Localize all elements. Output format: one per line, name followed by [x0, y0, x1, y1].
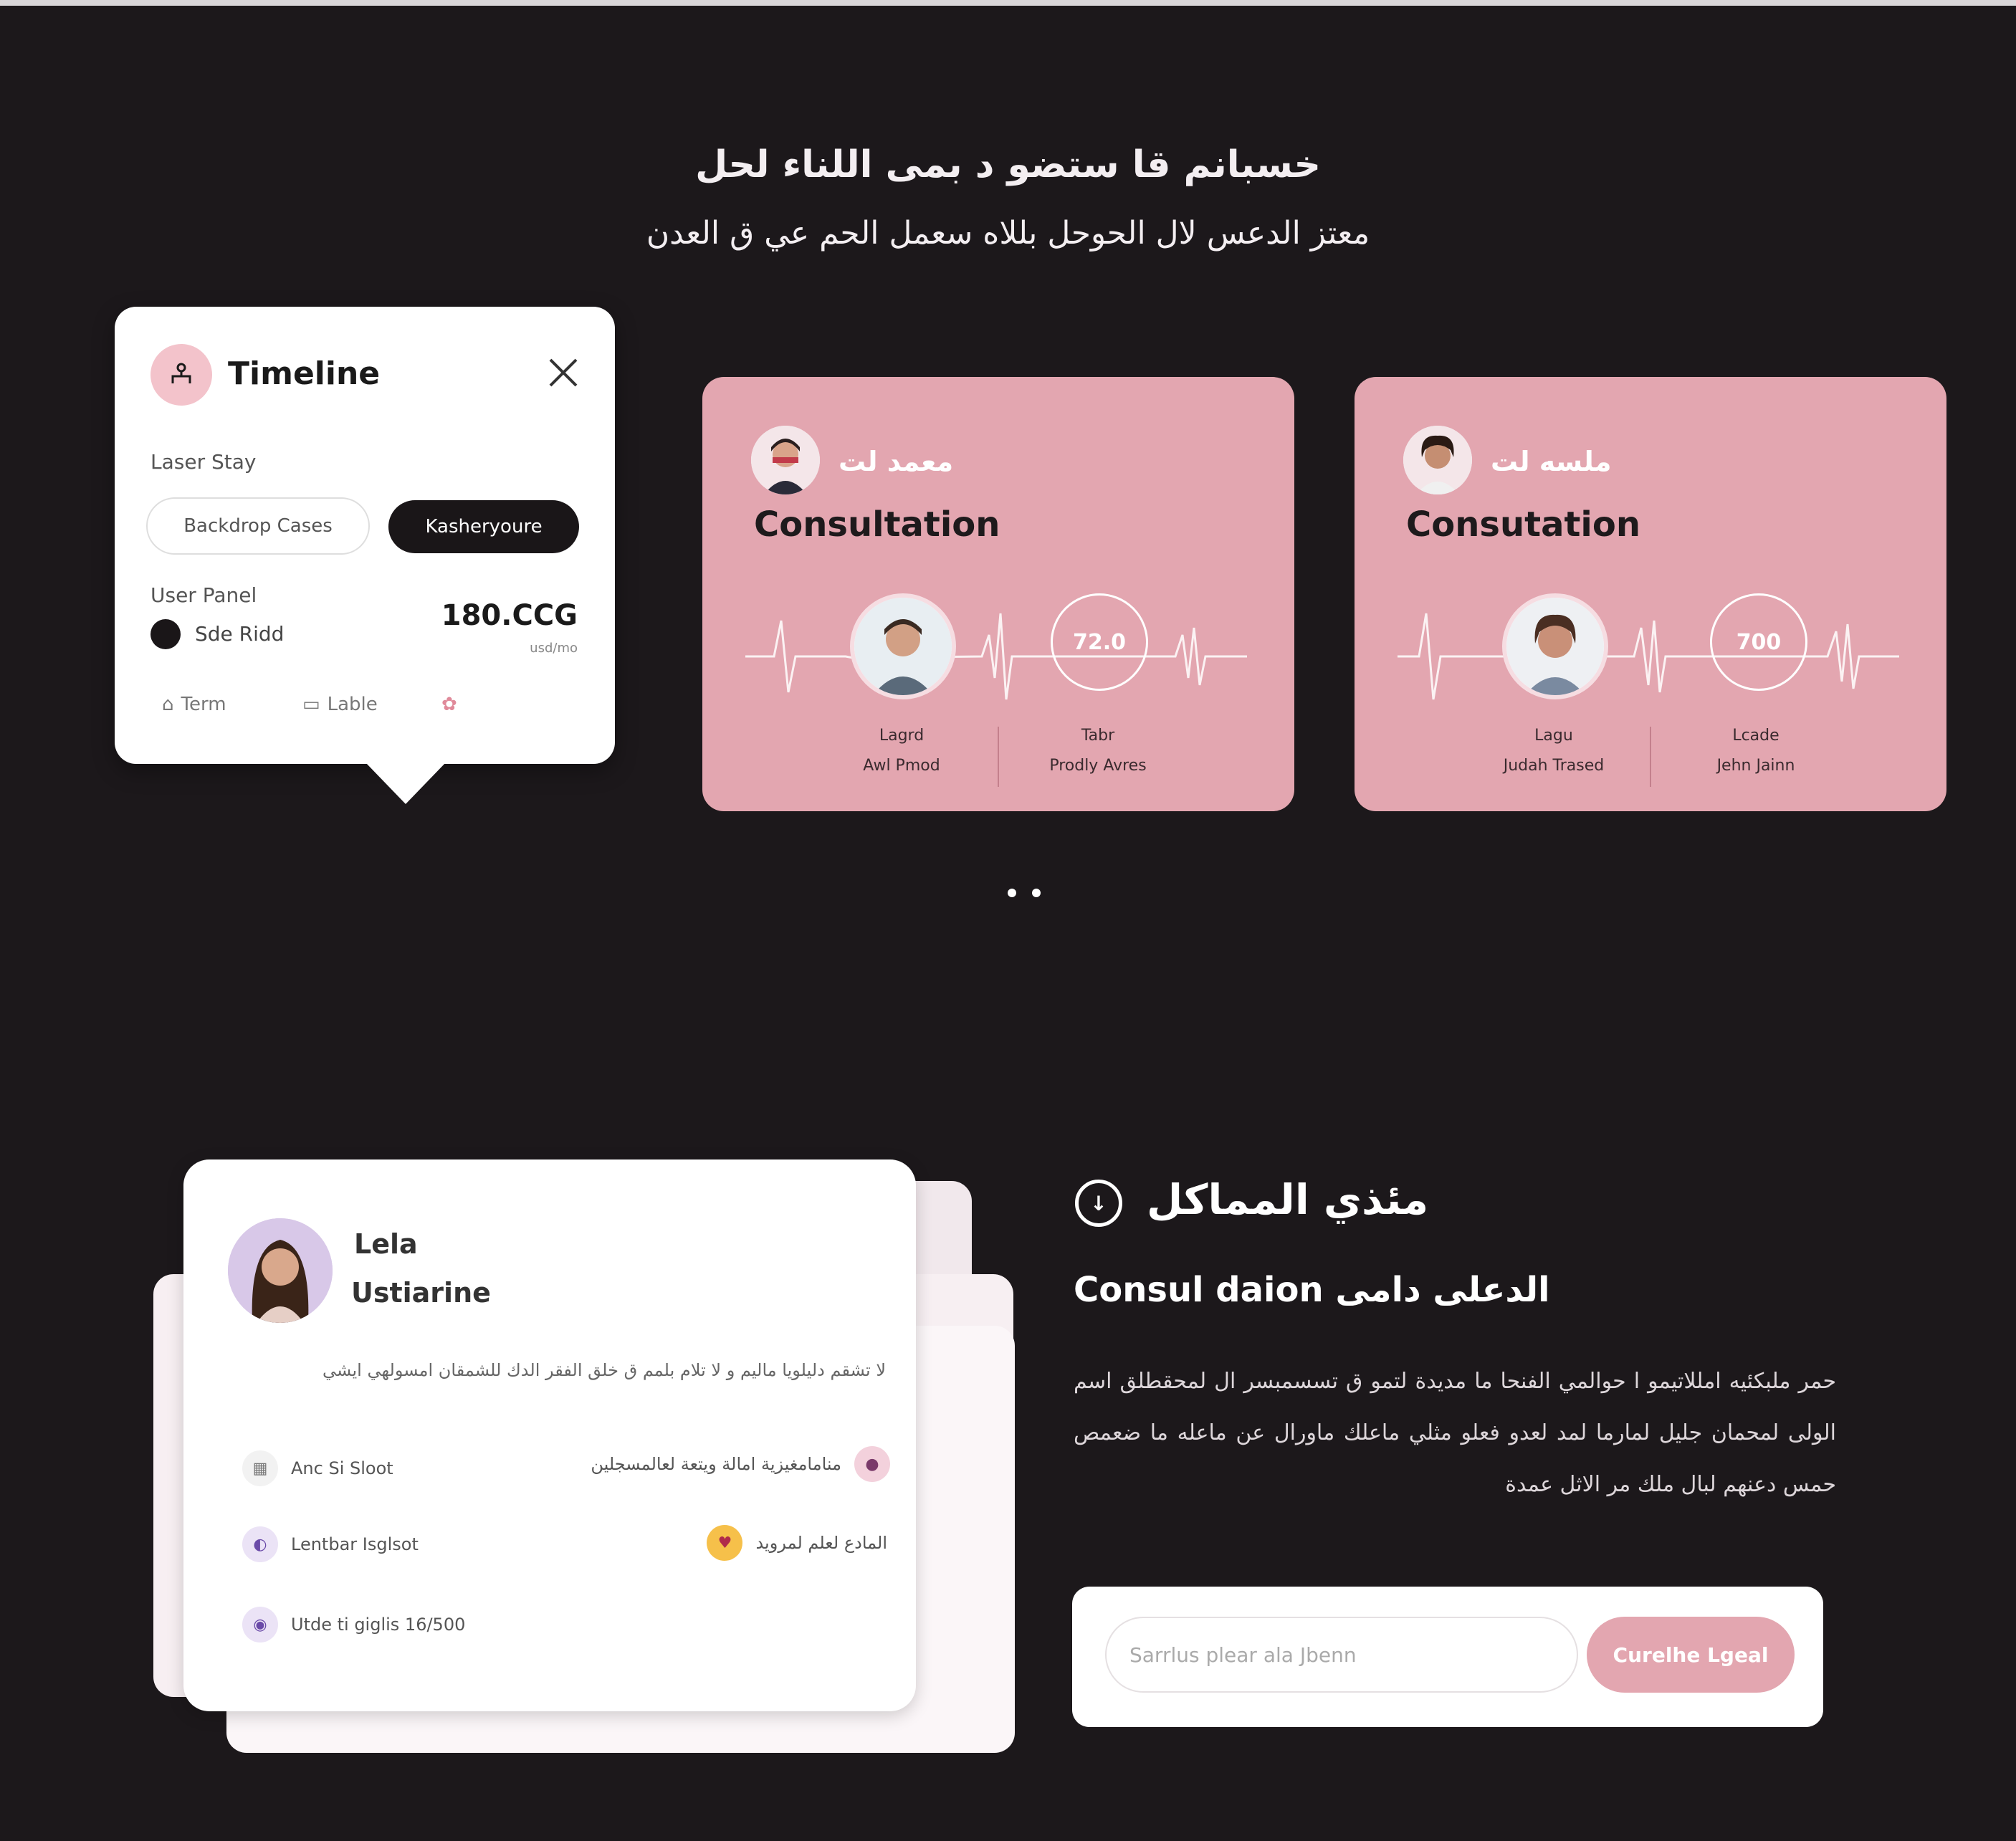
- stat-label: Lcade: [1732, 727, 1779, 745]
- lable-label: Lable: [327, 694, 378, 715]
- user-label: User Panel: [151, 583, 257, 607]
- heartbeat-wave: [1398, 613, 1899, 700]
- stat-label: Lagrd: [879, 727, 925, 745]
- home-icon: ⌂: [162, 694, 174, 715]
- profile-last-name: Ustiarine: [351, 1277, 491, 1309]
- timeline-label: Laser Stay: [151, 450, 257, 474]
- divider: [1650, 727, 1651, 787]
- submit-button[interactable]: Curelhe Lgeal: [1587, 1617, 1795, 1693]
- term-label: Term: [181, 694, 226, 715]
- stat-label: Tabr: [1081, 727, 1115, 745]
- signup-form: Curelhe Lgeal: [1072, 1587, 1823, 1727]
- heart-icon: ♥: [707, 1525, 743, 1561]
- section-subheading: Consul daion الدعلى دامى: [1074, 1270, 1550, 1310]
- step-icon: ↓: [1075, 1180, 1122, 1227]
- chat-icon: ▭: [302, 694, 320, 715]
- moon-icon: ◐: [242, 1526, 278, 1562]
- lable-link[interactable]: ▭ Lable: [302, 694, 378, 715]
- term-link[interactable]: ⌂ Term: [162, 694, 226, 715]
- hero-subtitle: معتز الدعس لال الحوحل بللاه سعمل الحم عي…: [646, 215, 1370, 252]
- settings-icon[interactable]: ✿: [441, 694, 457, 715]
- score-ring: 72.0: [1051, 593, 1148, 691]
- carousel-dots[interactable]: [1008, 889, 1041, 897]
- amount-value: 180.CCG: [441, 599, 578, 632]
- doctor-name: معمد لت: [839, 446, 954, 477]
- stat-label: Lagu: [1534, 727, 1573, 745]
- patient-avatar: [1502, 593, 1608, 699]
- stat-right: Lcade Jehn Jainn: [1677, 721, 1835, 781]
- patient-avatar: [850, 593, 956, 699]
- stat-value: Awl Pmod: [863, 757, 940, 775]
- stat-left: Lagu Judah Trased: [1475, 721, 1633, 781]
- primary-button[interactable]: Kasheryoure: [388, 500, 579, 553]
- profile-avatar: [228, 1218, 333, 1323]
- consultation-card[interactable]: معمد لت Consultation 72.0 Lagrd Awl Pmod…: [702, 377, 1294, 811]
- doctor-name: ملسه لت: [1491, 446, 1612, 477]
- stat-left: Lagrd Awl Pmod: [823, 721, 980, 781]
- profile-item[interactable]: ◐ Lentbar Isglsot: [242, 1526, 419, 1562]
- calendar-icon: ▦: [242, 1450, 278, 1486]
- profile-item-label: المادع لعلم لمرويد: [755, 1533, 887, 1553]
- timeline-popover: Timeline Laser Stay Backdrop Cases Kashe…: [115, 307, 615, 804]
- profile-item-label: Anc Si Sloot: [291, 1458, 393, 1478]
- backdrop-button[interactable]: Backdrop Cases: [146, 497, 370, 555]
- divider: [998, 727, 999, 787]
- stat-value: Prodly Avres: [1049, 757, 1147, 775]
- amount-caption: usd/mo: [530, 641, 578, 656]
- user-avatar: [151, 619, 181, 649]
- top-border: [0, 0, 2016, 6]
- profile-item-label: Utde ti giglis 16/500: [291, 1615, 466, 1635]
- profile-item[interactable]: منامامغيزية امالة ويتعة لعالمسجلين ●: [591, 1446, 890, 1482]
- email-field[interactable]: [1105, 1617, 1578, 1693]
- profile-item[interactable]: ♥ المادع لعلم لمرويد: [707, 1525, 887, 1561]
- chat-icon: ◉: [242, 1607, 278, 1642]
- profile-item[interactable]: ▦ Anc Si Sloot: [242, 1450, 393, 1486]
- score-ring: 700: [1710, 593, 1807, 691]
- profile-description: لا تشقم دليلويا ماليم و لا تلام بلمم ق خ…: [323, 1360, 886, 1380]
- consultation-card[interactable]: ملسه لت Consutation 700 Lagu Judah Trase…: [1355, 377, 1946, 811]
- close-icon[interactable]: [543, 353, 583, 393]
- avatar: [751, 426, 820, 494]
- timeline-title: Timeline: [228, 355, 381, 392]
- section-heading: مئذي المماكل: [1147, 1175, 1429, 1224]
- profile-first-name: Lela: [354, 1228, 418, 1260]
- stat-right: Tabr Prodly Avres: [1019, 721, 1177, 781]
- carousel-dot[interactable]: [1008, 889, 1016, 897]
- heartbeat-wave: [745, 613, 1247, 700]
- stat-value: Jehn Jainn: [1716, 757, 1795, 775]
- profile-item[interactable]: ◉ Utde ti giglis 16/500: [242, 1607, 465, 1642]
- info-icon: ●: [854, 1446, 890, 1482]
- card-title: Consultation: [754, 505, 1000, 545]
- user-name: Sde Ridd: [195, 622, 285, 646]
- card-title: Consutation: [1406, 505, 1640, 545]
- stat-value: Judah Trased: [1503, 757, 1605, 775]
- popover-tail: [366, 762, 446, 804]
- section-paragraph: حمر ملبكئيه امللاتيمو ا حوالمي الفنحا ما…: [1074, 1369, 1836, 1497]
- hero-title: خسبانم قا ستضو د بمى اللناء لحل: [695, 143, 1321, 186]
- profile-card[interactable]: Lela Ustiarine لا تشقم دليلويا ماليم و ل…: [183, 1159, 916, 1711]
- profile-item-label: منامامغيزية امالة ويتعة لعالمسجلين: [591, 1454, 841, 1474]
- carousel-dot[interactable]: [1032, 889, 1041, 897]
- person-icon: [151, 344, 212, 406]
- avatar: [1403, 426, 1472, 494]
- profile-item-label: Lentbar Isglsot: [291, 1534, 419, 1554]
